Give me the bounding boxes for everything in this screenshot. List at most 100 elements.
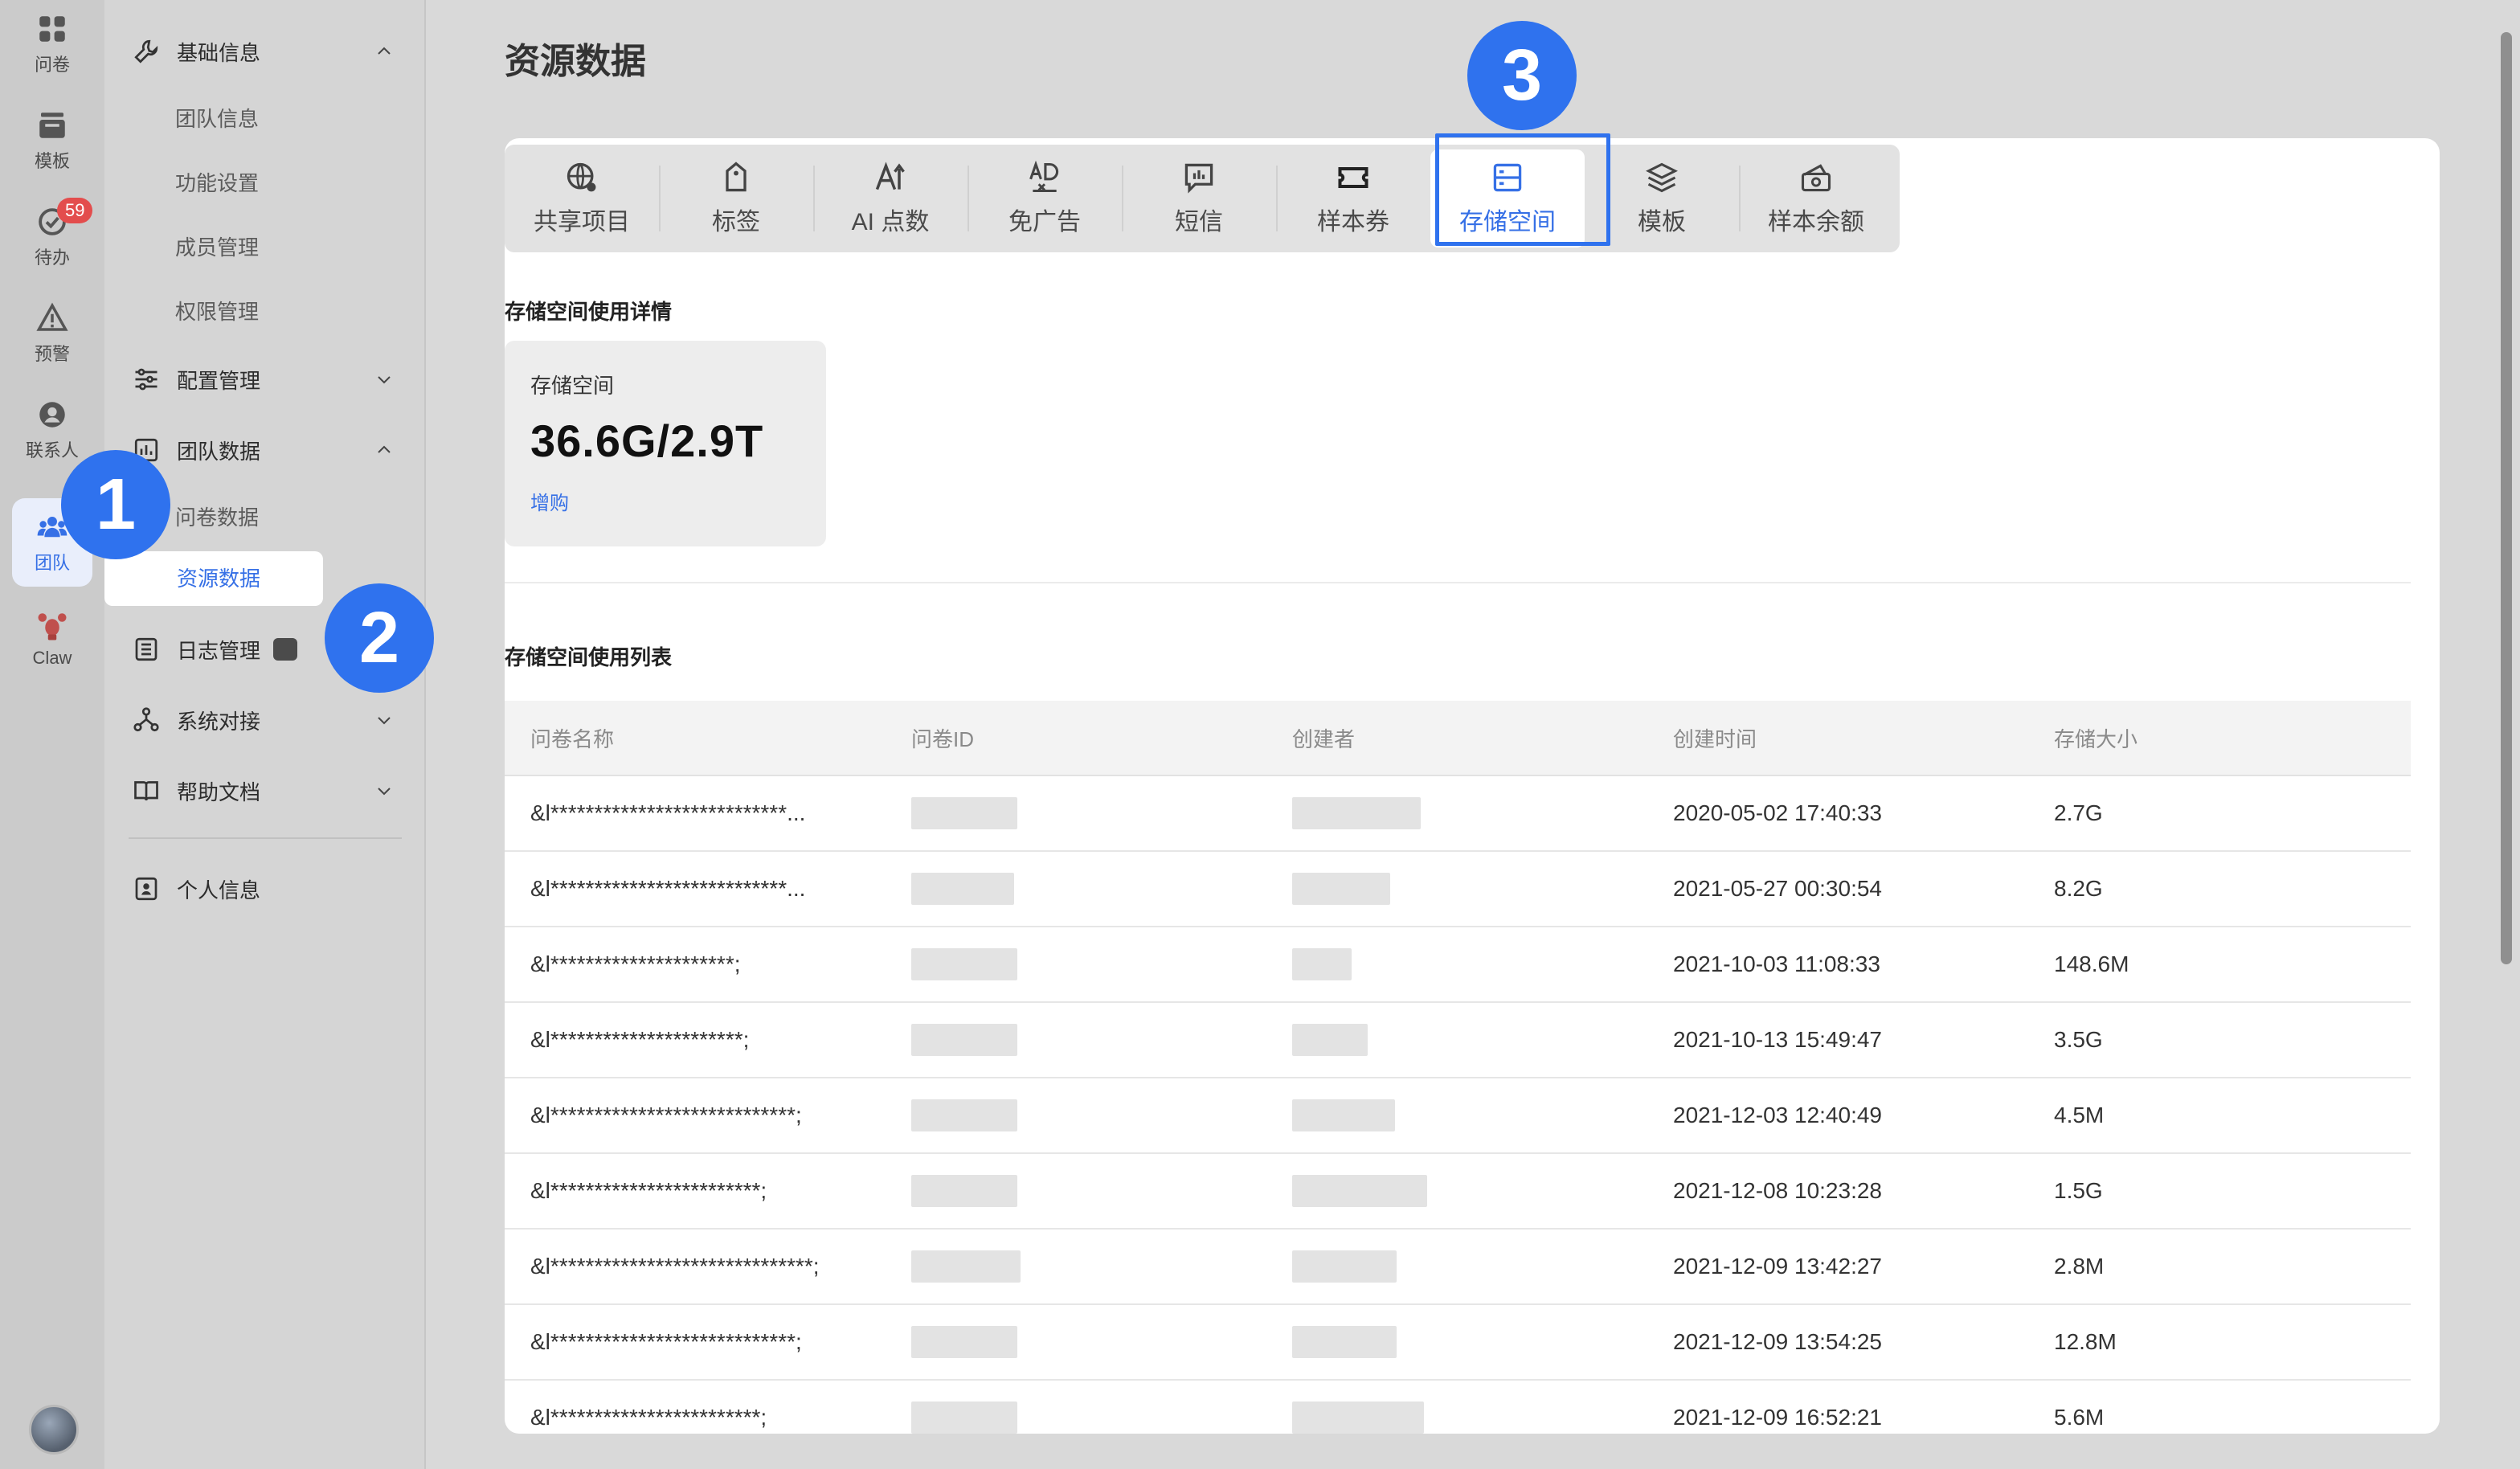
sliders-icon: [135, 368, 158, 391]
cell-name: &l**********************;: [530, 1027, 750, 1052]
cell-created-time: 2021-10-13 15:49:47: [1673, 1027, 1882, 1052]
rail-item-claw[interactable]: Claw: [12, 595, 92, 683]
nav-divider: [129, 837, 402, 839]
cell-created-time: 2021-12-03 12:40:49: [1673, 1103, 1882, 1127]
cell-creator-redacted: [1266, 1175, 1647, 1207]
cell-size: 3.5G: [2054, 1027, 2103, 1052]
tab-shared-projects[interactable]: 共享项目: [505, 145, 659, 252]
column-header: 创建者: [1292, 726, 1356, 751]
table-row[interactable]: &l****************************; 2021-12-…: [505, 1305, 2411, 1381]
rail-item-questionnaire[interactable]: 问卷: [12, 0, 92, 88]
table-row[interactable]: &l************************; 2021-12-09 1…: [505, 1381, 2411, 1434]
tab-sample-coupons[interactable]: 样本券: [1276, 145, 1430, 252]
cell-creator-redacted: [1266, 1326, 1647, 1358]
cell-name: &l************************;: [530, 1178, 767, 1203]
step-3-callout: 3: [1467, 21, 1577, 130]
step-3-highlight-box: [1435, 133, 1610, 246]
table-row[interactable]: &l*********************; 2021-10-03 11:0…: [505, 927, 2411, 1003]
table-row[interactable]: &l******************************; 2021-1…: [505, 1230, 2411, 1305]
settings-sidebar: 基础信息 团队信息 功能设置 成员管理 权限管理 配置管理 团队数据 问卷数据 …: [104, 0, 426, 1469]
rail-label: 待办: [34, 248, 70, 268]
chevron-down-icon: [378, 376, 391, 384]
page-scrollbar[interactable]: [2501, 32, 2512, 964]
cell-name: &l***************************...: [530, 876, 806, 901]
cell-id-redacted: [886, 1175, 1266, 1207]
table-row[interactable]: &l***************************... 2021-05…: [505, 852, 2411, 927]
cell-size: 5.6M: [2054, 1405, 2105, 1430]
table-row[interactable]: &l**********************; 2021-10-13 15:…: [505, 1003, 2411, 1078]
cell-created-time: 2021-12-09 13:54:25: [1673, 1329, 1882, 1354]
tab-sample-balance[interactable]: 样本余额: [1739, 145, 1893, 252]
cell-size: 4.5M: [2054, 1103, 2105, 1127]
tab-tags[interactable]: 标签: [659, 145, 813, 252]
cell-size: 2.7G: [2054, 800, 2103, 825]
nav-group-help-docs[interactable]: 帮助文档: [129, 767, 402, 815]
nav-group-personal-info[interactable]: 个人信息: [129, 865, 402, 913]
contact-icon: [39, 402, 65, 428]
tab-ad-free[interactable]: 免广告: [968, 145, 1122, 252]
warning-icon: [36, 302, 68, 331]
rail-item-contacts[interactable]: 联系人: [12, 386, 92, 474]
table-row[interactable]: &l************************; 2021-12-08 1…: [505, 1154, 2411, 1230]
rail-item-warning[interactable]: 预警: [12, 289, 92, 378]
nav-group-config[interactable]: 配置管理: [129, 355, 402, 403]
nav-group-label: 日志管理: [177, 638, 261, 663]
cell-id-redacted: [886, 1250, 1266, 1283]
cell-created-time: 2021-12-08 10:23:28: [1673, 1178, 1882, 1203]
cell-id-redacted: [886, 1401, 1266, 1434]
nav-group-label: 个人信息: [177, 878, 261, 902]
rail-item-todo[interactable]: 待办 59: [12, 193, 93, 281]
rail-label: 预警: [34, 344, 70, 364]
nav-item-resource-data[interactable]: 资源数据: [104, 551, 323, 606]
column-header: 存储大小: [2054, 726, 2138, 751]
tab-ai-points[interactable]: AI 点数: [813, 145, 968, 252]
tag-icon: [726, 162, 747, 192]
nav-group-team-data[interactable]: 团队数据: [129, 426, 402, 474]
nav-item-feature-settings[interactable]: 功能设置: [175, 167, 259, 197]
cell-size: 2.8M: [2054, 1254, 2105, 1279]
cell-creator-redacted: [1266, 1099, 1647, 1131]
nav-item-questionnaire-data[interactable]: 问卷数据: [175, 501, 259, 531]
purchase-more-link[interactable]: 增购: [530, 487, 569, 515]
rail-label: 联系人: [25, 440, 79, 460]
column-header: 创建时间: [1673, 726, 1757, 751]
tab-label: 样本券: [1317, 209, 1389, 235]
book-icon: [134, 781, 158, 801]
chevron-down-icon: [378, 717, 391, 725]
rail-item-template[interactable]: 模板: [12, 96, 92, 185]
tab-label: 免广告: [1008, 209, 1081, 235]
chevron-up-icon: [378, 47, 391, 55]
vip-icon: [273, 638, 298, 661]
table-row[interactable]: &l****************************; 2021-12-…: [505, 1078, 2411, 1154]
step-2-callout: 2: [325, 583, 434, 693]
nav-item-team-info[interactable]: 团队信息: [175, 103, 259, 133]
step-1-callout: 1: [61, 450, 170, 559]
nav-group-system-integration[interactable]: 系统对接: [129, 696, 402, 744]
tab-label: 共享项目: [534, 209, 630, 235]
cell-id-redacted: [886, 873, 1266, 905]
nav-item-permission-management[interactable]: 权限管理: [175, 296, 259, 325]
cell-size: 148.6M: [2054, 951, 2129, 976]
no-ad-icon: [1029, 160, 1059, 192]
tab-sms[interactable]: 短信: [1122, 145, 1276, 252]
cell-created-time: 2020-05-02 17:40:33: [1673, 800, 1882, 825]
cell-creator-redacted: [1266, 1250, 1647, 1283]
nav-group-basic-info[interactable]: 基础信息: [129, 27, 402, 76]
cell-size: 8.2G: [2054, 876, 2103, 901]
cell-name: &l***************************...: [530, 800, 806, 825]
claw-lobster-icon: [38, 613, 67, 640]
chevron-down-icon: [378, 788, 391, 796]
cell-size: 1.5G: [2054, 1178, 2103, 1203]
cell-id-redacted: [886, 1099, 1266, 1131]
cell-created-time: 2021-05-27 00:30:54: [1673, 876, 1882, 901]
nav-item-member-management[interactable]: 成员管理: [175, 231, 259, 261]
nav-group-label: 基础信息: [177, 40, 261, 65]
cell-creator-redacted: [1266, 873, 1647, 905]
table-row[interactable]: &l***************************... 2020-05…: [505, 776, 2411, 852]
cell-size: 12.8M: [2054, 1329, 2117, 1354]
storage-usage-table: 问卷名称 问卷ID 创建者 创建时间 存储大小 &l**************…: [505, 701, 2411, 1434]
column-header: 问卷ID: [911, 726, 975, 751]
tab-label: 短信: [1175, 209, 1223, 235]
user-avatar[interactable]: [29, 1405, 79, 1455]
chevron-up-icon: [378, 445, 391, 453]
